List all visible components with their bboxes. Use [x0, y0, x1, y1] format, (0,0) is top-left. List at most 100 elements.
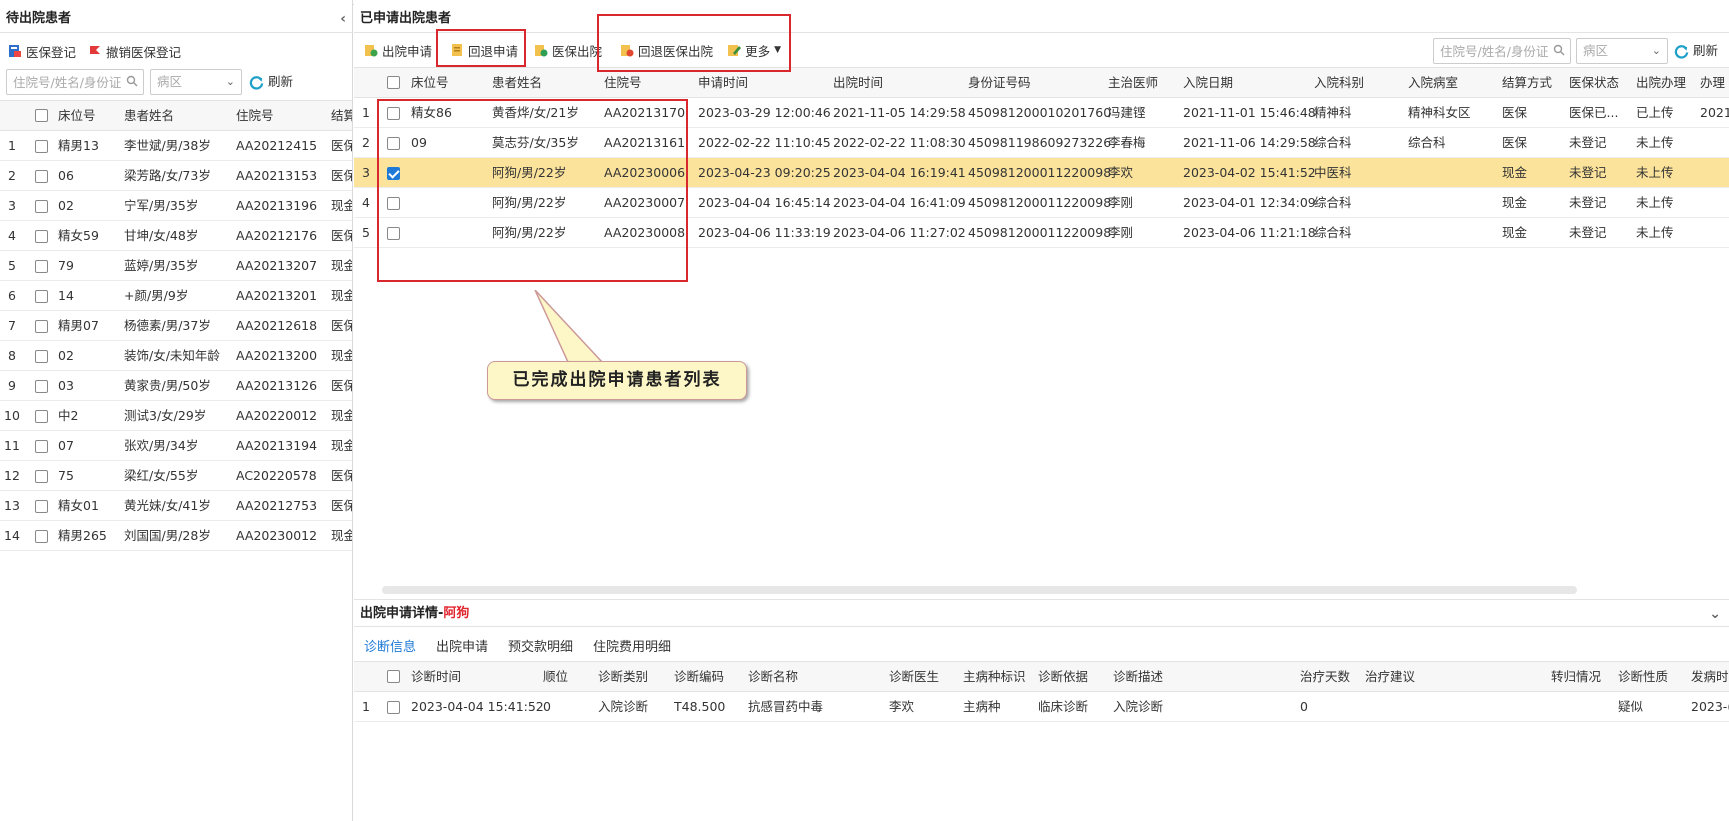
col-handle-extra[interactable]: 办理	[1700, 68, 1729, 98]
col-insurance-status[interactable]: 医保状态	[1569, 68, 1619, 98]
table-row[interactable]: 8 02 装饰/女/未知年龄 AA20213200 现金	[0, 341, 352, 371]
select-all-checkbox[interactable]	[387, 76, 400, 89]
more-menu-button[interactable]: 更多 ▼	[723, 37, 785, 63]
col-discharge-handle[interactable]: 出院办理	[1636, 68, 1686, 98]
revert-apply-button[interactable]: 回退申请	[446, 37, 522, 63]
col-name[interactable]: 患者姓名	[124, 101, 174, 131]
col-diag-time[interactable]: 诊断时间	[411, 662, 461, 692]
col-diag-order[interactable]: 顺位	[543, 662, 568, 692]
col-settlement[interactable]: 结算	[331, 101, 352, 131]
col-id-number[interactable]: 身份证号码	[968, 68, 1031, 98]
left-search-input-box[interactable]	[6, 69, 144, 95]
table-row[interactable]: 1 精男13 李世斌/男/38岁 AA20212415 医保	[0, 131, 352, 161]
row-checkbox[interactable]	[35, 200, 48, 213]
col-admission-ward[interactable]: 入院病室	[1408, 68, 1458, 98]
table-row[interactable]: 5 阿狗/男/22岁 AA20230008 2023-04-06 11:33:19 20…	[354, 218, 1729, 248]
table-row[interactable]: 4 精女59 甘坤/女/48岁 AA20212176 医保	[0, 221, 352, 251]
col-bed[interactable]: 床位号	[58, 101, 96, 131]
col-diag-basis[interactable]: 诊断依据	[1038, 662, 1088, 692]
tab-discharge-apply[interactable]: 出院申请	[426, 632, 498, 664]
discharge-apply-button[interactable]: 出院申请	[360, 37, 436, 63]
row-checkbox[interactable]	[387, 227, 400, 240]
left-search-input[interactable]	[13, 74, 143, 90]
dept-cell: 综合科	[1314, 225, 1352, 240]
col-admission-dept[interactable]: 入院科别	[1314, 68, 1364, 98]
col-admission-no[interactable]: 住院号	[236, 101, 274, 131]
row-checkbox[interactable]	[35, 170, 48, 183]
table-row[interactable]: 10 中2 测试3/女/29岁 AA20220012 现金	[0, 401, 352, 431]
left-ward-select[interactable]: 病区 ⌄	[150, 69, 242, 95]
horizontal-scrollbar[interactable]	[382, 586, 1577, 594]
col-admission-no[interactable]: 住院号	[604, 68, 642, 98]
col-main-disease[interactable]: 主病种标识	[963, 662, 1026, 692]
tab-cost-detail[interactable]: 住院费用明细	[583, 632, 681, 664]
row-checkbox[interactable]	[35, 530, 48, 543]
insurance-register-button[interactable]: 医保登记	[4, 38, 80, 64]
table-row[interactable]: 7 精男07 杨德素/男/37岁 AA20212618 医保	[0, 311, 352, 341]
edit-pencil-icon	[728, 45, 742, 56]
tab-prepay-detail[interactable]: 预交款明细	[498, 632, 583, 664]
table-row[interactable]: 11 07 张欢/男/34岁 AA20213194 现金	[0, 431, 352, 461]
col-discharge-time[interactable]: 出院时间	[833, 68, 883, 98]
row-checkbox[interactable]	[35, 230, 48, 243]
row-checkbox[interactable]	[35, 140, 48, 153]
row-checkbox[interactable]	[35, 470, 48, 483]
tab-diagnosis[interactable]: 诊断信息	[354, 632, 427, 664]
row-checkbox[interactable]	[35, 350, 48, 363]
row-checkbox[interactable]	[387, 107, 400, 120]
col-doctor[interactable]: 主治医师	[1108, 68, 1158, 98]
row-checkbox[interactable]	[35, 320, 48, 333]
table-row[interactable]: 12 75 梁红/女/55岁 AC20220578 医保	[0, 461, 352, 491]
row-checkbox[interactable]	[387, 167, 400, 180]
col-apply-time[interactable]: 申请时间	[698, 68, 748, 98]
row-checkbox[interactable]	[35, 260, 48, 273]
table-row[interactable]: 9 03 黄家贵/男/50岁 AA20213126 医保	[0, 371, 352, 401]
cancel-insurance-register-button[interactable]: 撤销医保登记	[84, 38, 185, 64]
row-checkbox[interactable]	[35, 440, 48, 453]
row-checkbox[interactable]	[35, 380, 48, 393]
row-checkbox[interactable]	[387, 197, 400, 210]
table-row[interactable]: 4 阿狗/男/22岁 AA20230007 2023-04-04 16:45:14 20…	[354, 188, 1729, 218]
col-diag-name[interactable]: 诊断名称	[748, 662, 798, 692]
table-row[interactable]: 6 14 +颜/男/9岁 AA20213201 现金	[0, 281, 352, 311]
table-row[interactable]: 13 精女01 黄光妹/女/41岁 AA20212753 医保	[0, 491, 352, 521]
bed-cell: 07	[58, 438, 74, 453]
col-diag-nature[interactable]: 诊断性质	[1618, 662, 1668, 692]
revert-insurance-discharge-button[interactable]: 回退医保出院	[616, 37, 717, 63]
col-bed[interactable]: 床位号	[411, 68, 449, 98]
table-row[interactable]: 5 79 蓝婷/男/35岁 AA20213207 现金	[0, 251, 352, 281]
col-settlement[interactable]: 结算方式	[1502, 68, 1552, 98]
col-outcome[interactable]: 转归情况	[1551, 662, 1601, 692]
col-diag-desc[interactable]: 诊断描述	[1113, 662, 1163, 692]
row-checkbox[interactable]	[35, 290, 48, 303]
insurance-discharge-button[interactable]: 医保出院	[530, 37, 606, 63]
col-diag-type[interactable]: 诊断类别	[598, 662, 648, 692]
row-checkbox[interactable]	[387, 701, 400, 714]
collapse-detail-icon[interactable]: ⌄	[1709, 600, 1721, 628]
row-checkbox[interactable]	[387, 137, 400, 150]
table-row[interactable]: 3 阿狗/男/22岁 AA20230006 2023-04-23 09:20:25 20…	[354, 158, 1729, 188]
col-diag-doctor[interactable]: 诊断医生	[889, 662, 939, 692]
col-name[interactable]: 患者姓名	[492, 68, 542, 98]
table-row[interactable]: 14 精男265 刘国国/男/28岁 AA20230012 现金	[0, 521, 352, 551]
collapse-left-icon[interactable]: ‹	[340, 5, 346, 33]
select-all-checkbox[interactable]	[387, 670, 400, 683]
col-treat-days[interactable]: 治疗天数	[1300, 662, 1350, 692]
left-refresh-button[interactable]: 刷新	[249, 69, 293, 95]
select-all-checkbox[interactable]	[35, 109, 48, 122]
right-ward-select[interactable]: 病区 ⌄	[1576, 38, 1668, 64]
table-row[interactable]: 1 精女86 黄香烨/女/21岁 AA20213170 2023-03-29 12:00…	[354, 98, 1729, 128]
row-checkbox[interactable]	[35, 500, 48, 513]
right-search-input[interactable]	[1440, 43, 1570, 59]
table-row[interactable]: 3 02 宁军/男/35岁 AA20213196 现金	[0, 191, 352, 221]
col-treat-advice[interactable]: 治疗建议	[1365, 662, 1415, 692]
right-search-input-box[interactable]	[1433, 38, 1571, 64]
col-onset-time[interactable]: 发病时	[1691, 662, 1729, 692]
table-row[interactable]: 2 06 梁芳路/女/73岁 AA20213153 医保	[0, 161, 352, 191]
col-diag-code[interactable]: 诊断编码	[674, 662, 724, 692]
right-refresh-button[interactable]: 刷新	[1674, 38, 1718, 64]
table-row[interactable]: 1 2023-04-04 15:41:52 0 入院诊断 T48.500 抗感冒药中毒 李欢…	[354, 692, 1729, 722]
row-checkbox[interactable]	[35, 410, 48, 423]
col-admission-date[interactable]: 入院日期	[1183, 68, 1233, 98]
table-row[interactable]: 2 09 莫志芬/女/35岁 AA20213161 2022-02-22 11:10:4…	[354, 128, 1729, 158]
